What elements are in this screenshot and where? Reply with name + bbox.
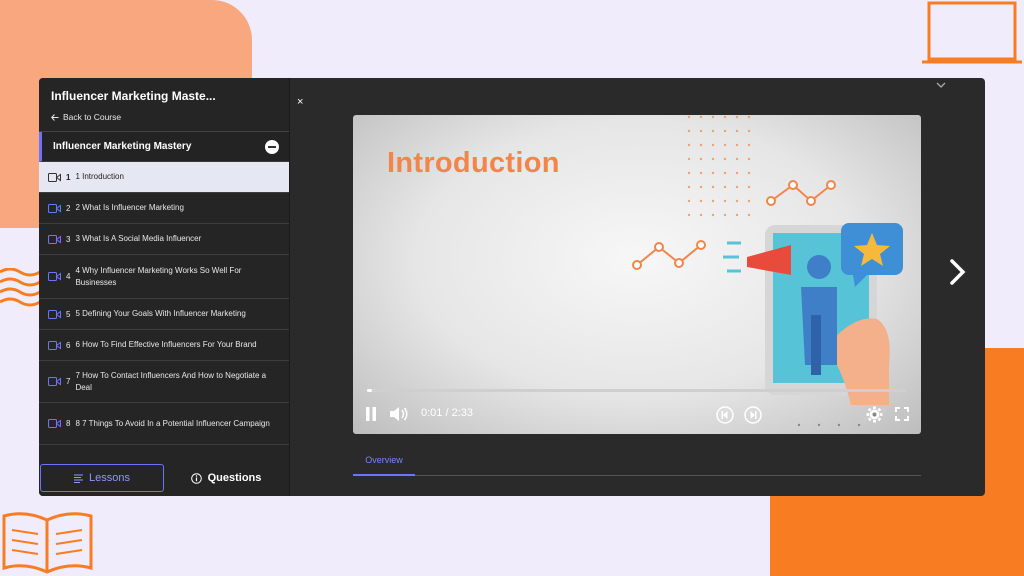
video-camera-icon (48, 309, 61, 319)
video-camera-icon (48, 377, 61, 386)
video-player[interactable]: Introduction 0:01 / 2:33 (353, 115, 921, 434)
video-camera-icon (48, 172, 61, 182)
next-lesson-arrow-icon[interactable] (945, 257, 969, 287)
marketing-illustration (632, 115, 903, 427)
lesson-item-8[interactable]: 8 8 7 Things To Avoid In a Potential Inf… (39, 403, 289, 445)
lesson-item-2[interactable]: 2 2 What Is Influencer Marketing (39, 193, 289, 224)
lesson-label: 8 7 Things To Avoid In a Potential Influ… (75, 418, 270, 428)
lesson-number: 7 (66, 377, 71, 386)
section-title: Influencer Marketing Mastery (53, 141, 192, 152)
lesson-sidebar: Influencer Marketing Maste... Back to Co… (39, 78, 290, 496)
lesson-item-7[interactable]: 7 7 How To Contact Influencers And How t… (39, 361, 289, 403)
video-time: 0:01 / 2:33 (421, 407, 473, 419)
video-camera-icon (48, 272, 61, 281)
tab-overview[interactable]: Overview (353, 446, 415, 476)
back-to-course-link[interactable]: Back to Course (51, 112, 277, 122)
video-progress-bar[interactable] (367, 389, 907, 392)
tab-lessons-label: Lessons (89, 472, 130, 484)
lesson-label: 5 Defining Your Goals With Influencer Ma… (75, 309, 246, 318)
tab-questions-label: Questions (207, 472, 262, 484)
skip-forward-icon[interactable] (744, 406, 762, 424)
sidebar-tabs: Lessons Questions (39, 460, 290, 496)
lesson-item-6[interactable]: 6 6 How To Find Effective Influencers Fo… (39, 330, 289, 361)
lesson-label: 4 Why Influencer Marketing Works So Well… (75, 265, 242, 287)
video-camera-icon (48, 340, 61, 350)
tab-questions[interactable]: Questions (164, 464, 288, 492)
lesson-label: 3 What Is A Social Media Influencer (75, 234, 202, 243)
time-current: 0:01 (421, 407, 443, 419)
video-progress-fill (367, 389, 373, 392)
lesson-number: 3 (66, 234, 71, 244)
open-book-icon (2, 512, 93, 574)
lesson-item-1[interactable]: 1 1 Introduction (39, 162, 289, 193)
lesson-item-3[interactable]: 3 3 What Is A Social Media Influencer (39, 224, 289, 255)
video-camera-icon (48, 234, 61, 244)
collapse-minus-icon[interactable] (265, 139, 279, 154)
course-player-window: Influencer Marketing Maste... Back to Co… (39, 78, 985, 496)
lesson-number: 4 (66, 272, 71, 281)
lesson-number: 1 (66, 172, 71, 182)
close-sidebar-button[interactable]: × (297, 96, 303, 108)
video-camera-icon (48, 419, 61, 428)
slide-title: Introduction (387, 147, 560, 179)
section-header[interactable]: Influencer Marketing Mastery (39, 132, 289, 162)
lesson-label: 7 How To Contact Influencers And How to … (75, 370, 267, 392)
lesson-label: 2 What Is Influencer Marketing (75, 203, 184, 212)
lesson-number: 6 (66, 340, 71, 350)
lesson-number: 5 (66, 309, 71, 319)
volume-icon[interactable] (389, 406, 409, 422)
lesson-label: 6 How To Find Effective Influencers For … (75, 340, 257, 349)
lesson-label: 1 Introduction (75, 172, 124, 181)
lesson-number: 8 (66, 419, 71, 428)
info-circle-icon (190, 472, 202, 484)
tab-lessons[interactable]: Lessons (40, 464, 164, 492)
arrow-left-icon (51, 113, 59, 121)
video-controls: 0:01 / 2:33 (353, 403, 921, 427)
back-to-course-label: Back to Course (63, 112, 122, 122)
laptop-icon (922, 1, 1022, 64)
skip-back-icon[interactable] (716, 406, 734, 424)
course-title: Influencer Marketing Maste... (51, 89, 216, 103)
lesson-item-5[interactable]: 5 5 Defining Your Goals With Influencer … (39, 299, 289, 330)
lesson-item-4[interactable]: 4 4 Why Influencer Marketing Works So We… (39, 255, 289, 299)
settings-gear-icon[interactable] (866, 406, 883, 423)
fullscreen-icon[interactable] (895, 407, 909, 421)
pause-icon[interactable] (365, 407, 377, 421)
list-icon (74, 474, 83, 483)
lesson-number: 2 (66, 203, 71, 213)
chevron-down-icon[interactable] (936, 81, 946, 89)
video-camera-icon (48, 203, 61, 213)
time-total: / 2:33 (445, 407, 474, 419)
content-tabs: Overview (353, 446, 921, 476)
sidebar-header: Influencer Marketing Maste... Back to Co… (39, 78, 289, 132)
